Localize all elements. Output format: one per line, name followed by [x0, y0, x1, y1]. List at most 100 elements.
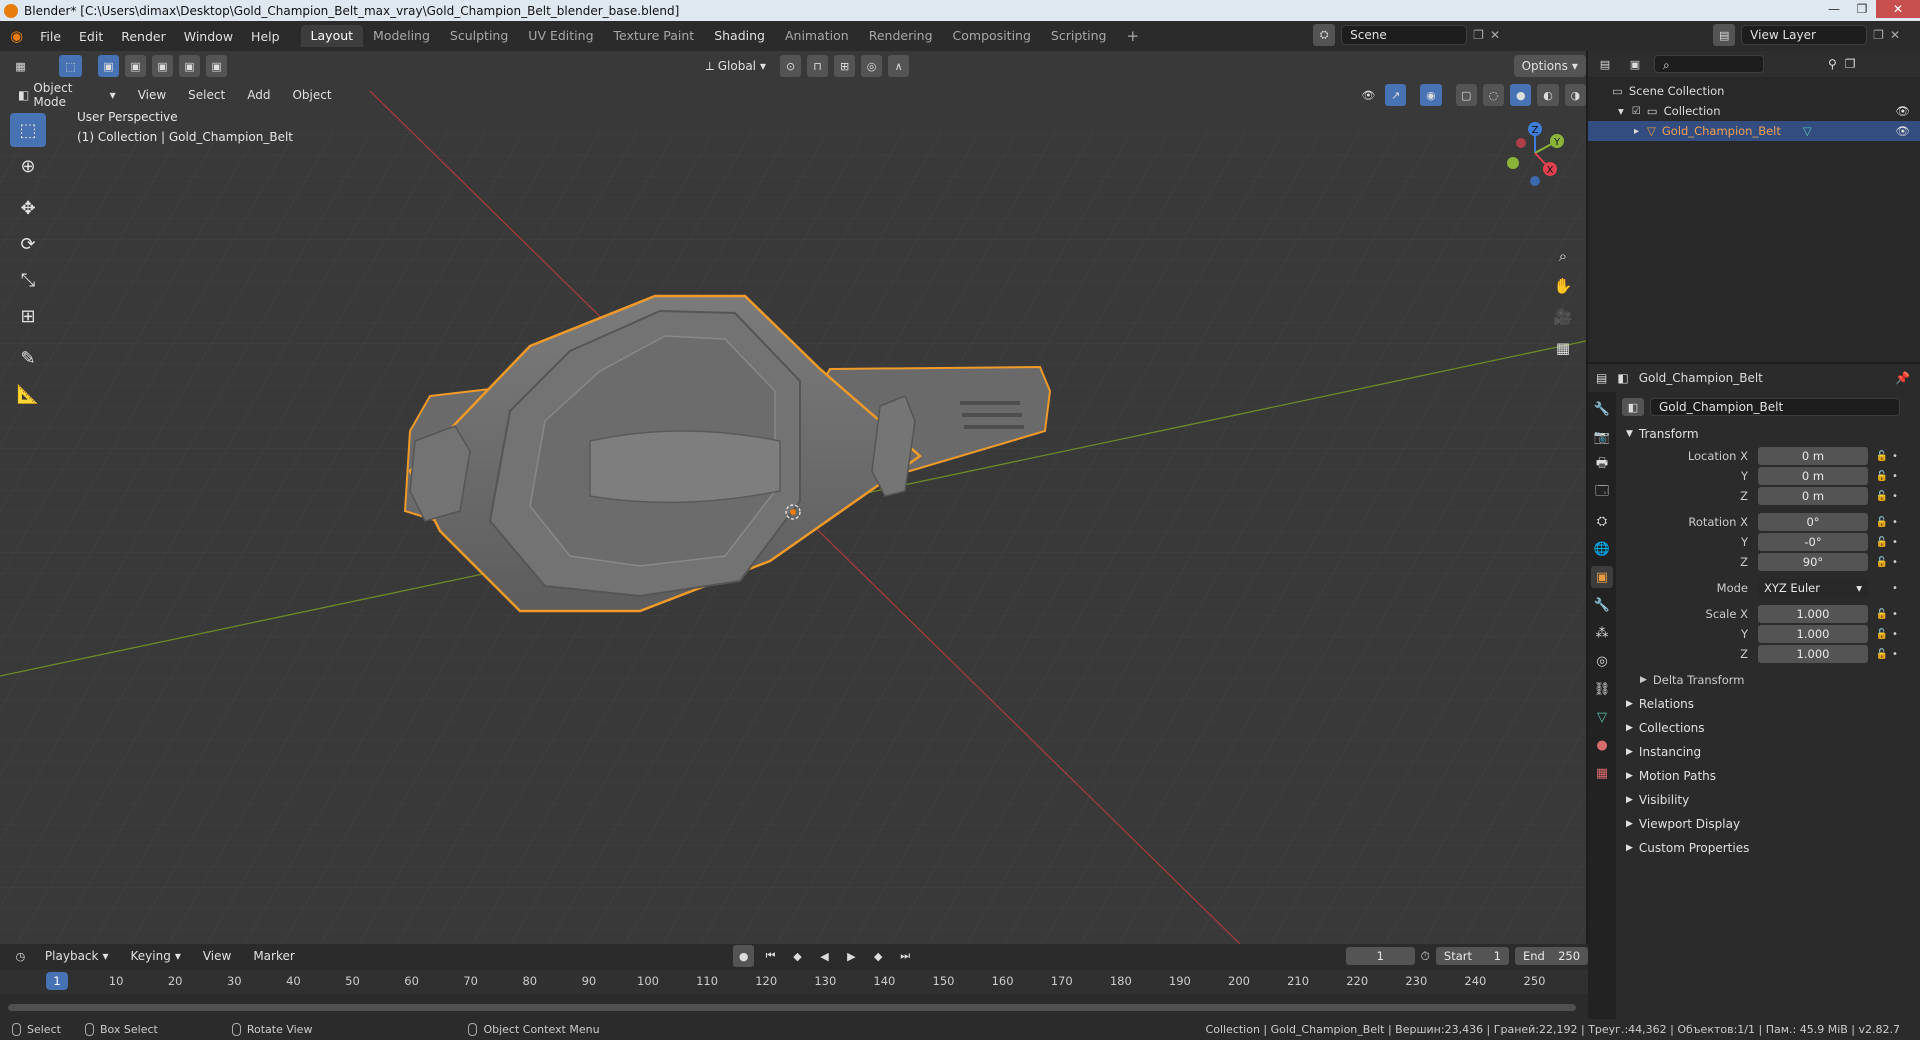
add-workspace-icon[interactable]: +: [1117, 25, 1150, 47]
section-motion-paths[interactable]: ▶ Motion Paths: [1622, 764, 1920, 788]
pin-icon[interactable]: 📌: [1895, 371, 1910, 385]
rotation-mode-dropdown[interactable]: XYZ Euler ▾: [1758, 579, 1868, 597]
tab-layout[interactable]: Layout: [300, 25, 364, 47]
keyframe-dot-icon[interactable]: •: [1890, 517, 1900, 528]
eye-icon[interactable]: 👁: [1895, 124, 1910, 138]
viewport-menu-select[interactable]: Select: [180, 84, 233, 106]
view-layer-tab-icon[interactable]: 🗔: [1591, 482, 1613, 504]
keyframe-dot-icon[interactable]: •: [1890, 537, 1900, 548]
render-tab-icon[interactable]: 📷: [1591, 426, 1613, 448]
blender-menu-icon[interactable]: ◉: [0, 27, 31, 45]
shading-wireframe-icon[interactable]: ◌: [1482, 84, 1505, 106]
expand-arrow-icon[interactable]: ▾: [1618, 104, 1624, 118]
viewport-menu-add[interactable]: Add: [239, 84, 278, 106]
texture-tab-icon[interactable]: ▦: [1591, 762, 1613, 784]
camera-view-icon[interactable]: 🎥: [1548, 302, 1578, 332]
keyframe-dot-icon[interactable]: •: [1890, 491, 1900, 502]
ortho-grid-icon[interactable]: ▦: [1548, 333, 1578, 363]
tab-modeling[interactable]: Modeling: [363, 25, 440, 47]
timeline-scrollbar[interactable]: [8, 1004, 1576, 1011]
next-keyframe-icon[interactable]: ◆: [868, 945, 889, 967]
view-layer-field[interactable]: View Layer: [1741, 25, 1868, 45]
outliner-editor-icon[interactable]: ▤: [1594, 53, 1616, 75]
object-datablock-icon[interactable]: ◧: [1622, 398, 1644, 416]
checkbox-icon[interactable]: ☑: [1632, 106, 1641, 117]
viewport-menu-view[interactable]: View: [130, 84, 174, 106]
filter-icon[interactable]: ⚲: [1828, 57, 1837, 71]
section-collections[interactable]: ▶ Collections: [1622, 716, 1920, 740]
keyframe-dot-icon[interactable]: •: [1890, 557, 1900, 568]
scene-tab-icon[interactable]: ⛭: [1591, 510, 1613, 532]
xray-toggle-icon[interactable]: ▢: [1455, 84, 1477, 106]
section-custom-properties[interactable]: ▶ Custom Properties: [1622, 836, 1920, 860]
keyframe-dot-icon[interactable]: •: [1890, 583, 1900, 594]
jump-end-icon[interactable]: ⏭: [895, 945, 916, 967]
timeline-menu-view[interactable]: View: [195, 945, 239, 967]
pan-hand-icon[interactable]: ✋: [1548, 271, 1578, 301]
gizmo-toggle-icon[interactable]: ↗: [1385, 84, 1407, 106]
tab-sculpting[interactable]: Sculpting: [440, 25, 518, 47]
new-scene-icon[interactable]: ❐: [1473, 28, 1484, 42]
eye-icon[interactable]: 👁: [1895, 104, 1910, 118]
select-box-tool-icon[interactable]: ⬚: [10, 113, 46, 147]
record-icon[interactable]: ●: [733, 945, 755, 967]
lock-icon[interactable]: 🔓: [1874, 649, 1890, 660]
tool-tab-icon[interactable]: 🔧: [1591, 398, 1613, 420]
new-view-layer-icon[interactable]: ❐: [1873, 28, 1884, 42]
menu-file[interactable]: File: [31, 29, 70, 44]
navigation-gizmo[interactable]: Z Y X: [1495, 113, 1575, 193]
timeline-menu-playback[interactable]: Playback ▾: [37, 945, 117, 967]
section-viewport-display[interactable]: ▶ Viewport Display: [1622, 812, 1920, 836]
lock-icon[interactable]: 🔓: [1874, 451, 1890, 462]
rotation-y-field[interactable]: -0°: [1758, 533, 1868, 551]
keyframe-dot-icon[interactable]: •: [1890, 451, 1900, 462]
location-z-field[interactable]: 0 m: [1758, 487, 1868, 505]
timeline-menu-marker[interactable]: Marker: [245, 945, 302, 967]
outliner-object-row[interactable]: ▸ ▽ Gold_Champion_Belt ▽ 👁: [1588, 121, 1920, 141]
transform-tool-icon[interactable]: ⊞: [10, 299, 46, 333]
shading-solid-icon[interactable]: ●: [1510, 84, 1532, 106]
outliner-search-input[interactable]: ⌕: [1654, 55, 1764, 73]
delta-transform-section[interactable]: ▶ Delta Transform: [1622, 668, 1920, 692]
minimize-button[interactable]: —: [1820, 0, 1848, 18]
pivot-point-icon[interactable]: ⊙: [780, 55, 802, 77]
scale-x-field[interactable]: 1.000: [1758, 605, 1868, 623]
outliner-scene-collection[interactable]: ▭ Scene Collection: [1588, 81, 1920, 101]
menu-render[interactable]: Render: [112, 29, 175, 44]
section-visibility[interactable]: ▶ Visibility: [1622, 788, 1920, 812]
stopwatch-icon[interactable]: ⏱: [1421, 949, 1430, 964]
start-frame-field[interactable]: Start 1: [1435, 947, 1509, 965]
scale-y-field[interactable]: 1.000: [1758, 625, 1868, 643]
play-reverse-icon[interactable]: ◀: [814, 945, 835, 967]
constraints-tab-icon[interactable]: ⛓: [1591, 678, 1613, 700]
section-instancing[interactable]: ▶ Instancing: [1622, 740, 1920, 764]
properties-editor-icon[interactable]: ▤: [1596, 371, 1607, 385]
physics-tab-icon[interactable]: ◎: [1591, 650, 1613, 672]
shading-rendered-icon[interactable]: ◑: [1564, 84, 1586, 106]
transform-section-header[interactable]: ▼ Transform: [1622, 422, 1920, 446]
view-layer-icon[interactable]: ▤: [1713, 24, 1736, 46]
tab-animation[interactable]: Animation: [775, 25, 859, 47]
mode-dropdown[interactable]: ◧ Object Mode ▾: [10, 81, 124, 109]
menu-edit[interactable]: Edit: [70, 29, 112, 44]
rotate-tool-icon[interactable]: ⟳: [10, 227, 46, 261]
tab-rendering[interactable]: Rendering: [859, 25, 943, 47]
current-frame-field[interactable]: 1: [1346, 947, 1415, 965]
lock-icon[interactable]: 🔓: [1874, 629, 1890, 640]
overlays-toggle-icon[interactable]: ◉: [1420, 84, 1442, 106]
keyframe-dot-icon[interactable]: •: [1890, 649, 1900, 660]
options-dropdown[interactable]: Options ▾: [1513, 55, 1586, 77]
maximize-button[interactable]: ❐: [1848, 0, 1876, 18]
jump-start-icon[interactable]: ⏮: [760, 945, 781, 967]
location-y-field[interactable]: 0 m: [1758, 467, 1868, 485]
playhead-frame-label[interactable]: 1: [46, 972, 68, 990]
transform-orientation-dropdown[interactable]: ⟂ Global ▾: [698, 55, 774, 77]
mesh-data-icon[interactable]: ▽: [1803, 124, 1812, 138]
select-invert-icon[interactable]: ▣: [179, 55, 201, 77]
prev-keyframe-icon[interactable]: ◆: [787, 945, 808, 967]
lock-icon[interactable]: 🔓: [1874, 517, 1890, 528]
editor-type-icon[interactable]: ▦: [10, 55, 31, 77]
close-button[interactable]: ✕: [1876, 0, 1920, 18]
object-name-field[interactable]: Gold_Champion_Belt: [1650, 398, 1900, 416]
rotation-x-field[interactable]: 0°: [1758, 513, 1868, 531]
